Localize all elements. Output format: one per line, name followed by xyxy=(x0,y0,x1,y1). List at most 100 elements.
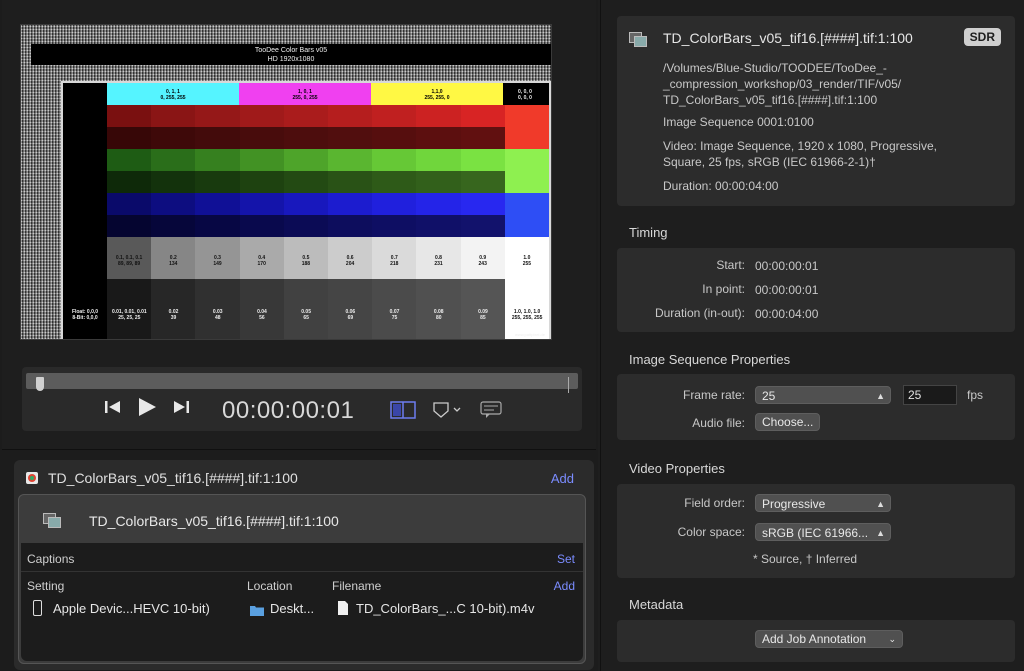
green-bar-dark xyxy=(416,171,462,193)
captions-label: Captions xyxy=(27,552,75,566)
frame-rate-selected: 25 xyxy=(762,389,776,403)
top-color-bar-label: 0, 0, 0 0, 0, 0 xyxy=(518,89,532,101)
gray-bar-label: 0.3 149 xyxy=(213,255,222,267)
preview-title-bar: TooDee Color Bars v05 HD 1920x1080 xyxy=(31,44,551,65)
document-icon xyxy=(337,600,349,621)
start-value: 00:00:00:01 xyxy=(755,259,819,273)
row-filename: TD_ColorBars_...C 10-bit).m4v xyxy=(356,601,535,616)
red-bar-dark xyxy=(460,127,506,149)
image-sequence-title: Image Sequence Properties xyxy=(629,352,791,367)
column-header-setting[interactable]: Setting xyxy=(27,579,64,593)
timeline-scrubber[interactable] xyxy=(26,373,578,393)
blue-bar xyxy=(372,193,417,215)
green-bar-dark xyxy=(504,171,550,193)
image-sequence-icon xyxy=(43,513,61,528)
gray-bar-label: 0.8 231 xyxy=(434,255,443,267)
add-output-button[interactable]: Add xyxy=(551,471,574,486)
gray-bar-label: 0.7 218 xyxy=(390,255,399,267)
choose-audio-button[interactable]: Choose... xyxy=(755,413,821,431)
green-bar-dark xyxy=(283,171,329,193)
gray-bar-label: 0.9 243 xyxy=(478,255,487,267)
timecode-display: 00:00:00:01 xyxy=(222,397,355,424)
timing-title: Timing xyxy=(629,225,668,240)
play-icon[interactable] xyxy=(136,396,158,422)
green-bar xyxy=(195,149,241,171)
blue-bar-dark xyxy=(195,215,241,237)
green-bar xyxy=(504,149,550,171)
batch-source-title: TD_ColorBars_v05_tif16.[####].tif:1:100 xyxy=(48,470,298,486)
column-header-filename[interactable]: Filename xyxy=(332,579,381,593)
frame-rate-field[interactable]: 25 xyxy=(903,385,957,405)
top-color-bar-label: 0, 1, 1 0, 255, 255 xyxy=(160,89,186,101)
green-bar xyxy=(151,149,196,171)
marker-icon[interactable] xyxy=(432,401,466,423)
blue-bar xyxy=(328,193,373,215)
audio-file-label: Audio file: xyxy=(692,416,745,430)
captions-set-button[interactable]: Set xyxy=(557,552,575,566)
gray-bar-label: 0.5 188 xyxy=(301,255,311,267)
skip-back-icon[interactable] xyxy=(104,399,122,419)
out-point-marker[interactable] xyxy=(568,377,574,393)
color-space-select[interactable]: sRGB (IEC 61966... ▲ xyxy=(755,523,891,541)
file-path: /Volumes/Blue-Studio/TOODEE/TooDee_- _co… xyxy=(663,61,902,107)
red-bar xyxy=(283,105,329,127)
video-preview: TooDee Color Bars v05 HD 1920x1080 0, 1,… xyxy=(20,24,552,340)
inspector-pane: TD_ColorBars_v05_tif16.[####].tif:1:100 … xyxy=(600,0,1024,671)
add-setting-button[interactable]: Add xyxy=(554,579,575,593)
left-pane: TooDee Color Bars v05 HD 1920x1080 0, 1,… xyxy=(0,0,598,671)
blue-bar xyxy=(460,193,506,215)
table-row[interactable]: Apple Devic...HEVC 10-bit) Deskt... TD_C… xyxy=(21,597,583,619)
field-order-label: Field order: xyxy=(684,496,745,510)
frame-rate-label: Frame rate: xyxy=(682,388,745,402)
gray-bar-label: 0.2 134 xyxy=(169,255,178,267)
column-header-location[interactable]: Location xyxy=(247,579,292,593)
viewer: TooDee Color Bars v05 HD 1920x1080 0, 1,… xyxy=(2,0,596,450)
blue-bar-dark xyxy=(107,215,152,237)
green-bar-dark xyxy=(372,171,417,193)
gray-bar-label: 0.6 204 xyxy=(345,255,355,267)
green-bar-dark xyxy=(460,171,506,193)
source-file-icon xyxy=(24,471,42,492)
chevron-updown-icon: ▲ xyxy=(876,391,885,401)
captions-icon[interactable] xyxy=(480,401,502,423)
green-bar-dark xyxy=(195,171,241,193)
green-bar-dark xyxy=(239,171,285,193)
blue-bar-dark xyxy=(151,215,196,237)
blue-bar xyxy=(239,193,285,215)
add-job-annotation-button[interactable]: Add Job Annotation ⌄ xyxy=(755,630,903,648)
blue-bar xyxy=(283,193,329,215)
add-job-annotation-label: Add Job Annotation xyxy=(762,632,867,646)
red-bar xyxy=(504,105,550,127)
red-bar-dark xyxy=(416,127,462,149)
preview-footer: www.pattpixel.de xyxy=(514,332,545,337)
video-properties-card: Field order: Progressive ▲ Color space: … xyxy=(617,484,1015,578)
green-bar xyxy=(328,149,373,171)
file-info-card: TD_ColorBars_v05_tif16.[####].tif:1:100 … xyxy=(617,16,1015,206)
gray-bar-label: 1.0 255 xyxy=(522,255,532,267)
dark-bar-label: 0.05 65 xyxy=(301,309,311,321)
job-card[interactable]: TD_ColorBars_v05_tif16.[####].tif:1:100 … xyxy=(18,494,586,664)
dark-bar-label: 1.0, 1.0, 1.0 255, 255, 255 xyxy=(511,309,543,321)
red-bar xyxy=(195,105,241,127)
row-location: Deskt... xyxy=(270,601,315,616)
playhead[interactable] xyxy=(36,377,44,391)
top-color-bar-label: 1, 0, 1 255, 0, 255 xyxy=(292,89,318,101)
frame-rate-select[interactable]: 25 ▲ xyxy=(755,386,891,404)
skip-forward-icon[interactable] xyxy=(172,399,190,419)
green-bar xyxy=(460,149,506,171)
red-bar-dark xyxy=(283,127,329,149)
start-label: Start: xyxy=(716,258,745,272)
red-bar xyxy=(107,105,152,127)
device-icon xyxy=(33,600,42,616)
image-sequence-icon xyxy=(629,32,647,47)
blue-bar-dark xyxy=(283,215,329,237)
green-bar xyxy=(416,149,462,171)
timing-card: Start: 00:00:00:01 In point: 00:00:00:01… xyxy=(617,248,1015,332)
blue-bar xyxy=(416,193,462,215)
viewer-mode-icon[interactable] xyxy=(390,401,416,423)
field-order-select[interactable]: Progressive ▲ xyxy=(755,494,891,512)
blue-bar-dark xyxy=(504,215,550,237)
chevron-updown-icon: ▲ xyxy=(876,528,885,538)
blue-bar-dark xyxy=(239,215,285,237)
red-bar xyxy=(328,105,373,127)
